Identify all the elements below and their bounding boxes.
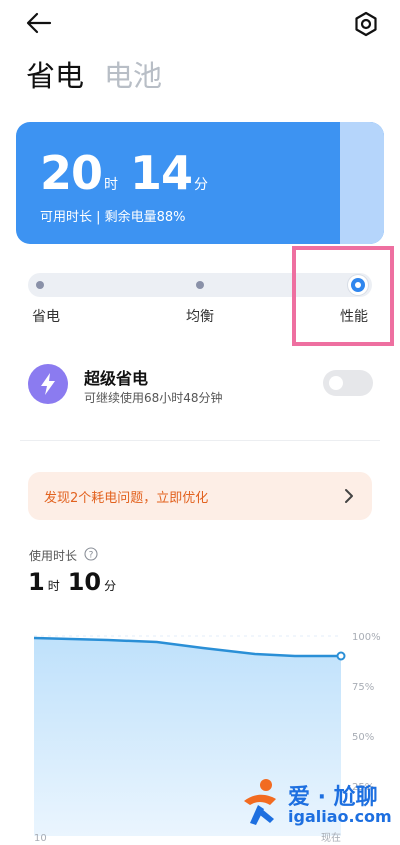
usage-hours-unit: 时 bbox=[47, 579, 60, 593]
usage-label: 使用时长 bbox=[29, 549, 78, 563]
y-tick-label: 50% bbox=[352, 732, 374, 743]
usage-time: 1 时 10 分 bbox=[28, 568, 124, 596]
mode-label-power-saving[interactable]: 省电 bbox=[32, 306, 60, 326]
mode-dot-balanced[interactable] bbox=[196, 281, 204, 289]
question-circle-icon[interactable]: ? bbox=[84, 547, 98, 561]
tab-bar: 省电 电池 bbox=[26, 54, 162, 94]
battery-card: 20 时 14 分 可用时长 | 剩余电量88% bbox=[16, 122, 384, 244]
chevron-right-icon bbox=[345, 489, 353, 503]
tab-battery[interactable]: 电池 bbox=[104, 58, 162, 94]
hours-unit: 时 bbox=[104, 177, 119, 193]
y-tick-label: 75% bbox=[352, 682, 374, 693]
lightning-icon bbox=[28, 364, 68, 404]
super-saver-toggle[interactable] bbox=[323, 370, 373, 396]
gear-icon[interactable] bbox=[352, 10, 380, 38]
divider bbox=[20, 440, 380, 441]
mode-dot-power-saving[interactable] bbox=[36, 281, 44, 289]
watermark-logo: 爱 · 尬聊 igaliao.com bbox=[236, 775, 396, 835]
top-bar bbox=[0, 0, 400, 48]
toggle-knob bbox=[329, 376, 343, 390]
svg-text:?: ? bbox=[89, 551, 94, 561]
x-tick-label: 10 bbox=[34, 833, 47, 844]
remaining-hours: 20 bbox=[40, 146, 103, 200]
mode-label-balanced[interactable]: 均衡 bbox=[186, 306, 214, 326]
super-saver-title: 超级省电 bbox=[84, 369, 149, 388]
y-tick-label: 100% bbox=[352, 632, 381, 643]
runner-logo-icon bbox=[244, 779, 276, 825]
remaining-time: 20 时 14 分 bbox=[40, 148, 220, 198]
super-saver-description: 可继续使用68小时48分钟 bbox=[84, 391, 223, 405]
arrow-left-icon[interactable] bbox=[24, 10, 54, 36]
alert-text: 发现2个耗电问题，立即优化 bbox=[44, 491, 209, 506]
watermark-url: igaliao.com bbox=[288, 807, 392, 826]
battery-subtitle: 可用时长 | 剩余电量88% bbox=[40, 210, 186, 225]
usage-minutes-unit: 分 bbox=[104, 579, 117, 593]
tab-power-saving[interactable]: 省电 bbox=[26, 58, 84, 94]
minutes-unit: 分 bbox=[194, 177, 209, 193]
usage-minutes: 10 bbox=[67, 568, 102, 596]
remaining-minutes: 14 bbox=[130, 146, 193, 200]
battery-level-fill bbox=[340, 122, 384, 244]
optimize-alert-banner[interactable]: 发现2个耗电问题，立即优化 bbox=[28, 472, 372, 520]
chart-current-point bbox=[336, 651, 346, 661]
highlight-annotation bbox=[292, 246, 394, 346]
usage-hours: 1 bbox=[28, 568, 45, 596]
